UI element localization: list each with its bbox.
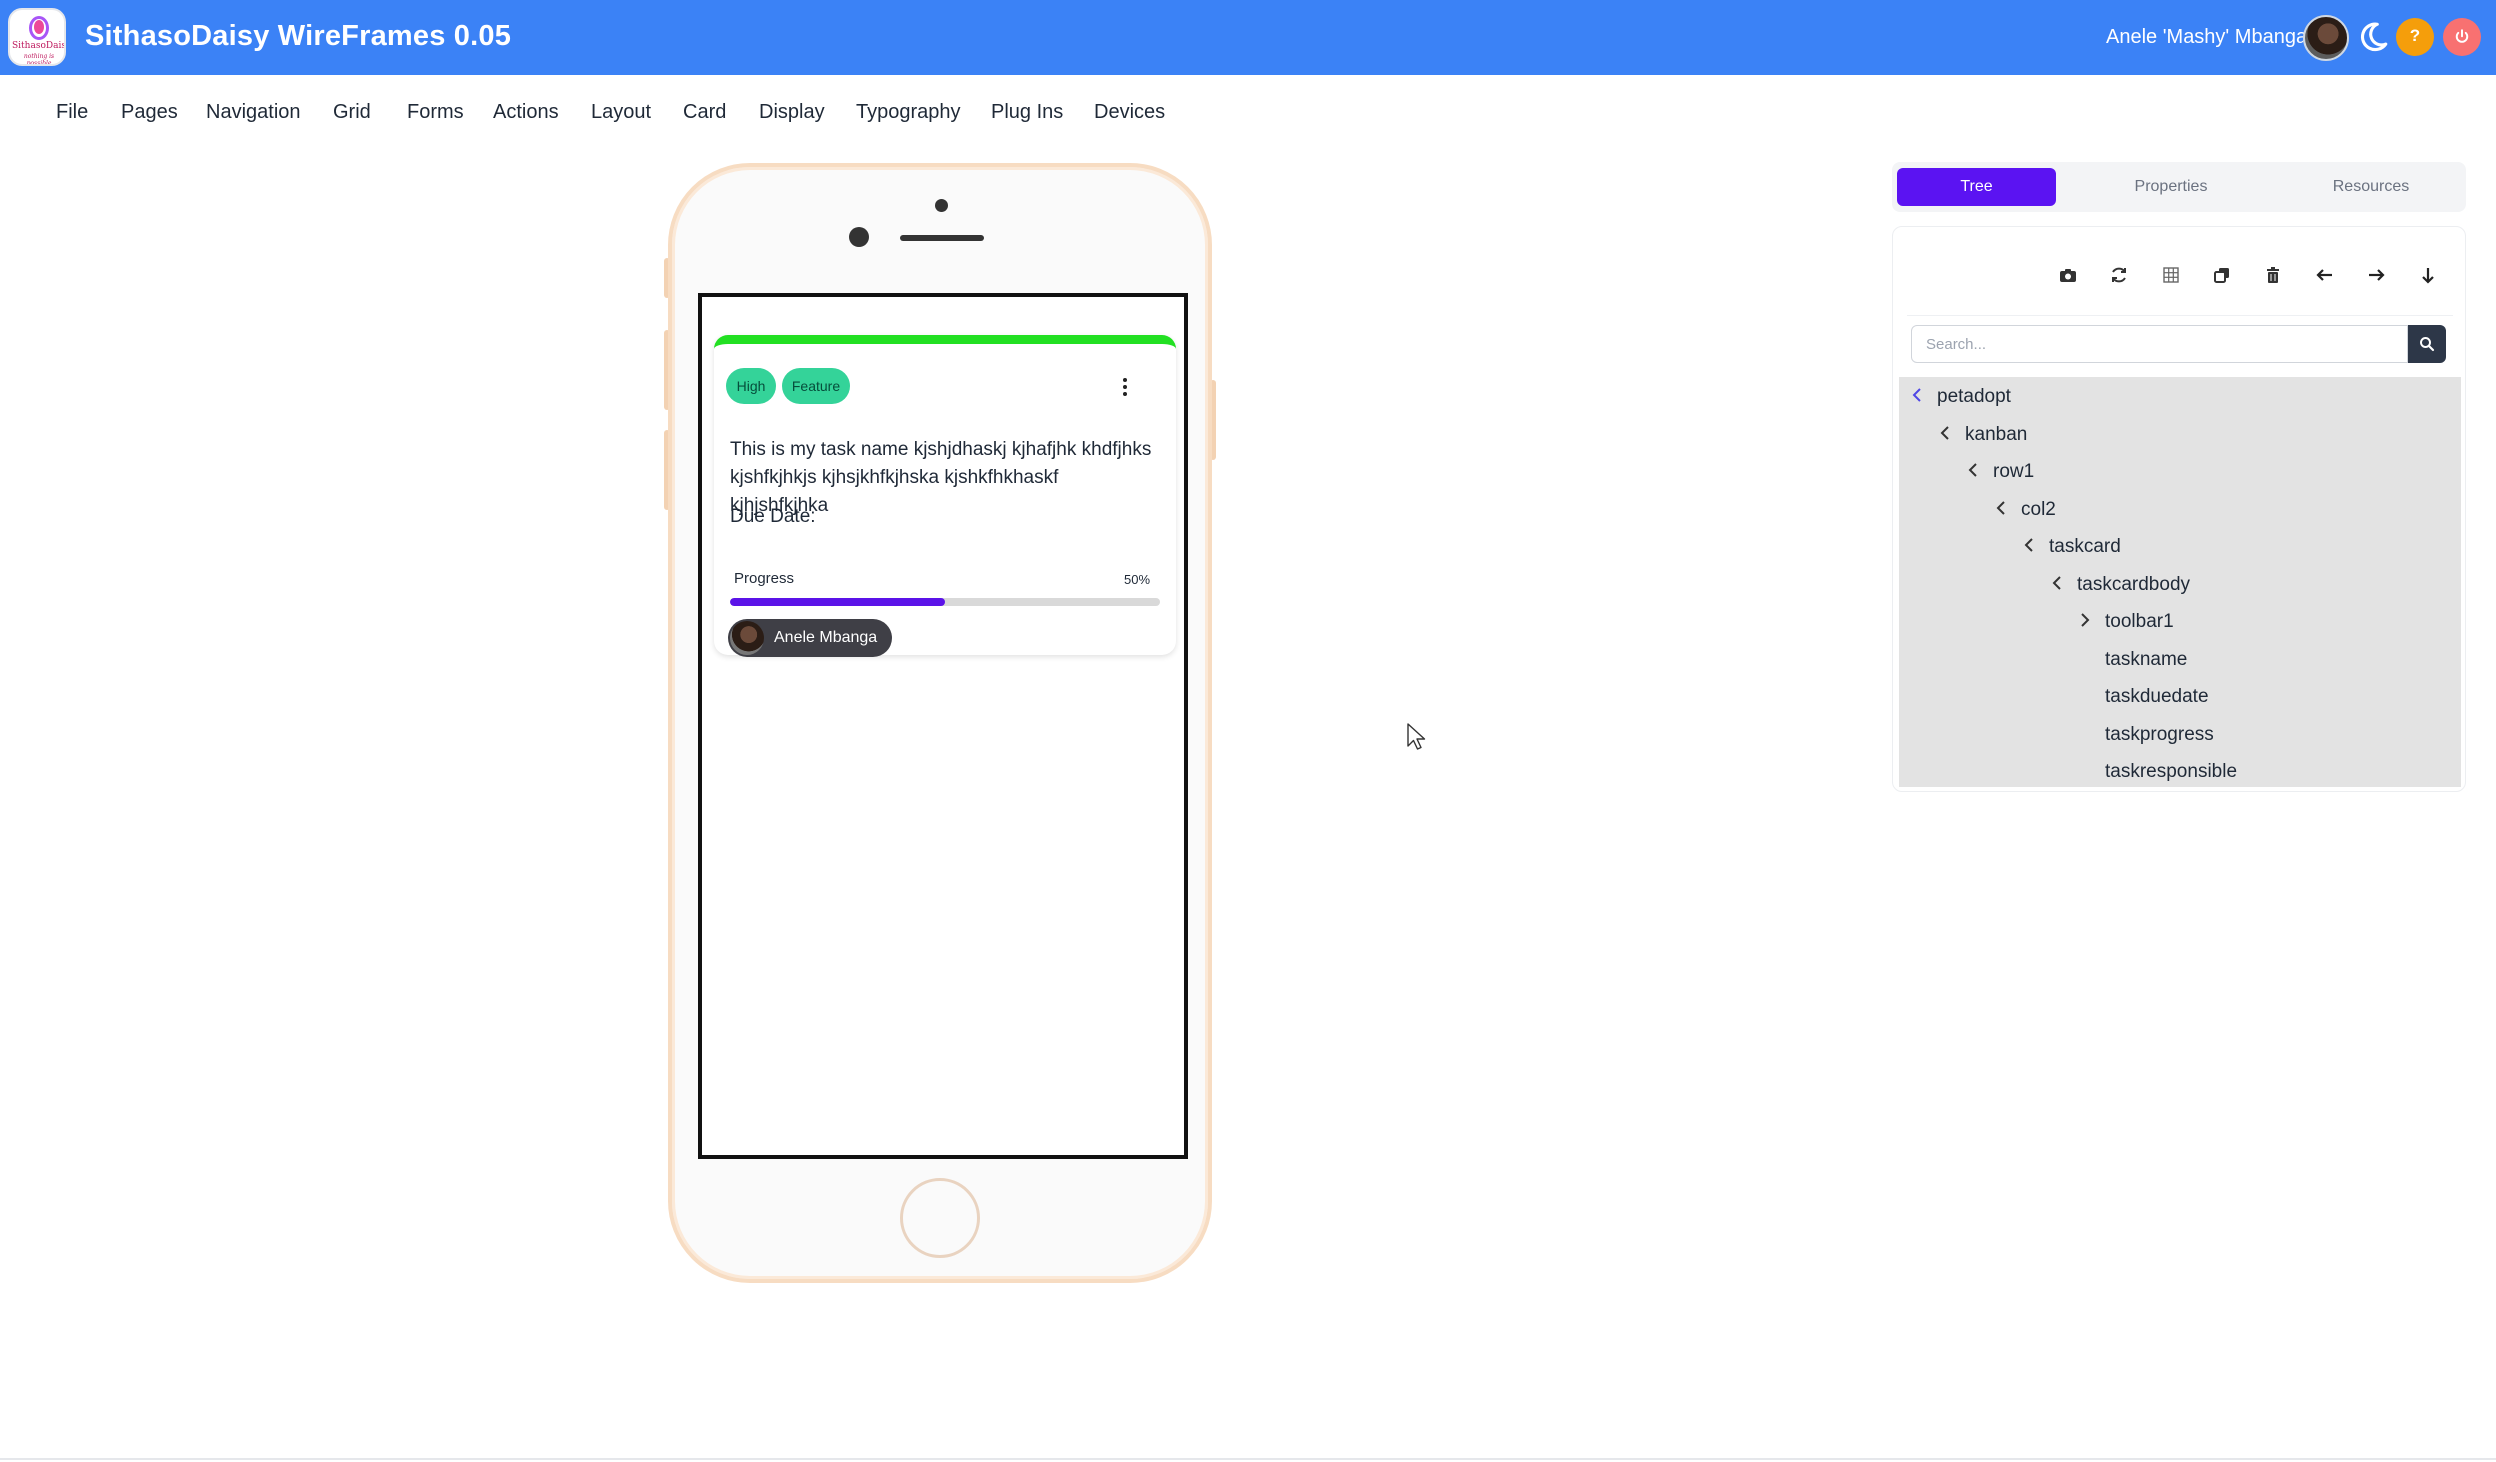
menu-display[interactable]: Display	[759, 101, 825, 124]
menu-bar: File Pages Navigation Grid Forms Actions…	[0, 75, 2496, 151]
menu-navigation[interactable]: Navigation	[206, 101, 301, 124]
chevron-left-icon[interactable]	[1909, 387, 1925, 403]
chevron-left-icon[interactable]	[2049, 575, 2065, 591]
app-title: SithasoDaisy WireFrames 0.05	[85, 20, 512, 52]
grid-icon[interactable]	[2159, 263, 2183, 287]
help-icon: ?	[2409, 26, 2421, 45]
app-logo[interactable]: SithasoDaisy nothing is possible	[8, 8, 66, 66]
menu-layout[interactable]: Layout	[591, 101, 651, 124]
menu-pages[interactable]: Pages	[121, 101, 178, 124]
tree-node-label: toolbar1	[2105, 611, 2174, 632]
help-button[interactable]: ?	[2396, 18, 2434, 56]
chevron-left-icon[interactable]	[1993, 500, 2009, 516]
user-avatar[interactable]	[2303, 15, 2349, 61]
component-tree: petadopt kanban row1 col2 taskcard taskcardbo…	[1899, 377, 2461, 787]
menu-devices[interactable]: Devices	[1094, 101, 1165, 124]
power-icon	[2455, 29, 2469, 43]
tree-panel: petadopt kanban row1 col2 taskcard taskcardbo…	[1892, 226, 2466, 792]
toolbar-divider	[1907, 315, 2453, 316]
logo-tagline: nothing is possible	[23, 53, 55, 66]
tab-properties[interactable]: Properties	[2096, 168, 2246, 206]
progress-value: 50%	[1124, 572, 1151, 587]
phone-camera	[935, 199, 948, 212]
user-name: Anele 'Mashy' Mbanga	[2106, 26, 2308, 48]
tree-node-label: taskcard	[2049, 536, 2121, 557]
phone-sensor	[849, 227, 869, 247]
responsible-name: Anele Mbanga	[774, 629, 878, 646]
chevron-left-icon[interactable]	[1965, 462, 1981, 478]
phone-device: High Feature This is my task name kjshjd…	[668, 163, 1212, 1283]
search-icon	[2420, 337, 2435, 352]
tree-node-label: petadopt	[1937, 386, 2011, 407]
logo-flame	[34, 20, 44, 34]
responsible-chip[interactable]: Anele Mbanga	[728, 619, 892, 657]
phone-screen: High Feature This is my task name kjshjd…	[698, 293, 1188, 1159]
moon-icon[interactable]	[2356, 20, 2390, 54]
progress-bar-fill	[730, 598, 945, 606]
tab-tree[interactable]: Tree	[1897, 168, 2056, 206]
tree-node-label: taskprogress	[2105, 723, 2214, 745]
arrow-left-icon[interactable]	[2313, 263, 2337, 287]
page-bottom-border	[0, 1458, 2496, 1460]
menu-actions[interactable]: Actions	[493, 101, 559, 124]
priority-badge: High	[726, 368, 776, 404]
menu-plug-ins[interactable]: Plug Ins	[991, 101, 1063, 124]
phone-speaker	[900, 235, 984, 241]
copy-icon[interactable]	[2210, 263, 2234, 287]
arrow-down-icon[interactable]	[2416, 263, 2440, 287]
chevron-right-icon[interactable]	[2077, 612, 2093, 628]
mouse-cursor-icon	[1407, 723, 1426, 750]
tree-node-label: taskresponsible	[2105, 761, 2238, 782]
menu-typography[interactable]: Typography	[856, 101, 961, 124]
menu-file[interactable]: File	[56, 101, 88, 124]
tree-node-label: row1	[1993, 461, 2035, 482]
tree-search-input[interactable]	[1911, 325, 2408, 363]
menu-card[interactable]: Card	[683, 101, 726, 124]
tree-node-label: taskduedate	[2105, 686, 2209, 707]
panel-tabs: Tree Properties Resources	[1892, 162, 2466, 212]
menu-forms[interactable]: Forms	[407, 101, 464, 124]
logout-button[interactable]	[2443, 18, 2481, 56]
app-header: SithasoDaisy nothing is possible Sithaso…	[0, 0, 2496, 75]
progress-label: Progress	[734, 570, 795, 587]
chevron-left-icon[interactable]	[1937, 425, 1953, 441]
trash-icon[interactable]	[2261, 263, 2285, 287]
responsible-avatar	[730, 621, 764, 655]
progress-bar	[730, 598, 1160, 606]
type-badge: Feature	[782, 368, 850, 404]
tree-node-label: kanban	[1965, 423, 2028, 445]
tree-node-label: col2	[2021, 498, 2056, 520]
camera-icon[interactable]	[2056, 263, 2080, 287]
phone-home-button	[900, 1178, 980, 1258]
chevron-left-icon[interactable]	[2021, 537, 2037, 553]
tree-node-label: taskcardbody	[2077, 573, 2191, 595]
task-due-date: Due Date:	[730, 506, 816, 527]
menu-grid[interactable]: Grid	[333, 101, 371, 124]
tab-resources[interactable]: Resources	[2296, 168, 2446, 206]
refresh-icon[interactable]	[2107, 263, 2131, 287]
logo-text: SithasoDaisy	[12, 41, 66, 51]
more-options-icon[interactable]	[1119, 376, 1131, 398]
tree-search-button[interactable]	[2408, 325, 2446, 363]
arrow-right-icon[interactable]	[2364, 263, 2388, 287]
task-card[interactable]: High Feature This is my task name kjshjd…	[714, 335, 1176, 657]
tree-node-label: taskname	[2105, 648, 2188, 670]
